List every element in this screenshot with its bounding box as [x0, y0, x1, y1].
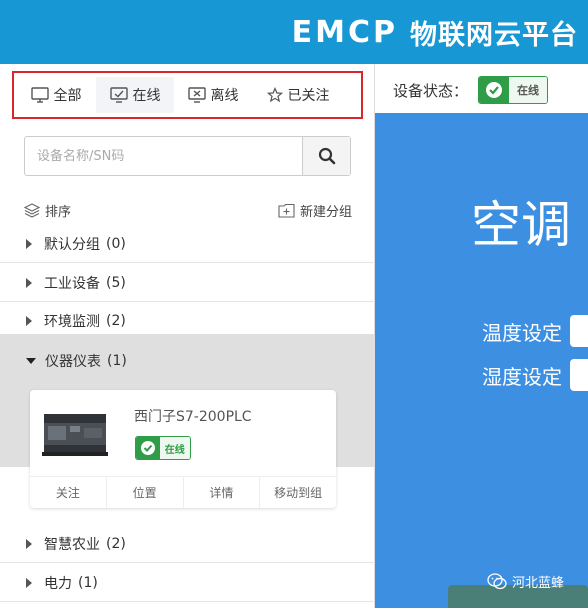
tab-online[interactable]: 在线 [96, 77, 174, 113]
tab-all[interactable]: 全部 [16, 77, 96, 113]
status-badge: 在线 [478, 76, 549, 104]
group-count: (5) [106, 274, 126, 291]
device-status-label: 设备状态： [393, 81, 469, 100]
tab-offline[interactable]: 离线 [174, 77, 252, 113]
group-toolbar: 排序 新建分组 [24, 200, 352, 220]
plc-device-image [42, 414, 108, 456]
group-name: 电力 [44, 575, 72, 592]
caret-right-icon [26, 315, 32, 326]
group-name: 仪器仪表 [45, 354, 101, 370]
search-input[interactable] [25, 137, 302, 175]
temperature-setting: 温度设定 [482, 315, 588, 347]
caret-down-icon [26, 358, 36, 364]
group-name: 环境监测 [44, 313, 100, 330]
group-count: (1) [78, 574, 98, 591]
layers-icon [24, 203, 40, 218]
caret-right-icon [26, 238, 32, 249]
group-name: 默认分组 [44, 236, 100, 253]
watermark: 河北蓝蜂 [487, 572, 564, 591]
top-header: EMCP 物联网云平台 [0, 0, 588, 64]
move-to-group-button[interactable]: 移动到组 [260, 477, 336, 508]
humidity-setting-label: 湿度设定 [482, 364, 562, 389]
location-button[interactable]: 位置 [107, 477, 184, 508]
device-status-badge: 在线 [135, 436, 191, 460]
wechat-icon [487, 573, 507, 590]
device-name: 西门子S7-200PLC [134, 409, 252, 425]
star-icon [266, 87, 283, 103]
tab-followed[interactable]: 已关注 [252, 77, 344, 113]
tab-online-label: 在线 [132, 88, 161, 104]
group-item[interactable]: 工业设备 (5) [0, 264, 375, 302]
search-icon [318, 147, 335, 165]
sort-button[interactable]: 排序 [24, 200, 71, 220]
device-card[interactable]: 西门子S7-200PLC 在线 关注 位置 详情 移动到组 [30, 390, 336, 508]
tab-offline-label: 离线 [210, 88, 239, 104]
device-actions: 关注 位置 详情 移动到组 [30, 476, 336, 508]
details-button[interactable]: 详情 [184, 477, 261, 508]
add-folder-icon [278, 203, 295, 218]
caret-right-icon [26, 277, 32, 288]
caret-right-icon [26, 538, 32, 549]
caret-right-icon [26, 577, 32, 588]
status-badge-text: 在线 [509, 77, 548, 103]
check-icon [136, 437, 160, 459]
search-button[interactable] [302, 137, 350, 175]
search-box [24, 136, 351, 176]
group-name: 工业设备 [44, 275, 100, 292]
follow-button[interactable]: 关注 [30, 477, 107, 508]
group-item[interactable]: 默认分组 (0) [0, 225, 375, 263]
device-status-row: 设备状态： 在线 [393, 76, 549, 104]
group-name: 智慧农业 [44, 536, 100, 553]
humidity-setting: 湿度设定 [482, 359, 588, 391]
monitor-check-icon [109, 87, 128, 103]
group-count: (2) [106, 312, 126, 329]
monitor-x-icon [187, 87, 206, 103]
device-visual-panel: 空调 温度设定 湿度设定 [375, 113, 588, 608]
group-count: (0) [106, 235, 126, 252]
group-count: (1) [107, 353, 127, 369]
device-status-text: 在线 [159, 437, 190, 459]
tab-followed-label: 已关注 [287, 88, 330, 104]
temperature-setting-label: 温度设定 [482, 320, 562, 345]
group-item-expanded[interactable]: 仪器仪表 (1) [0, 342, 375, 380]
watermark-text: 河北蓝蜂 [512, 576, 565, 591]
panel-title: 空调 [471, 196, 571, 254]
tab-all-label: 全部 [53, 88, 82, 104]
temperature-input[interactable] [570, 315, 588, 347]
group-item[interactable]: 智慧农业 (2) [0, 525, 375, 563]
status-filter-tabs: 全部 在线 离线 已关注 [12, 71, 363, 119]
brand-logo: EMCP [291, 14, 398, 50]
brand: EMCP 物联网云平台 [292, 10, 578, 54]
monitor-icon [30, 87, 49, 103]
check-icon [479, 77, 510, 103]
brand-title: 物联网云平台 [410, 19, 578, 51]
group-count: (2) [106, 535, 126, 552]
new-group-button[interactable]: 新建分组 [278, 200, 352, 220]
sort-label: 排序 [45, 204, 72, 220]
new-group-label: 新建分组 [299, 204, 352, 220]
humidity-input[interactable] [570, 359, 588, 391]
group-item[interactable]: 电力 (1) [0, 564, 375, 602]
